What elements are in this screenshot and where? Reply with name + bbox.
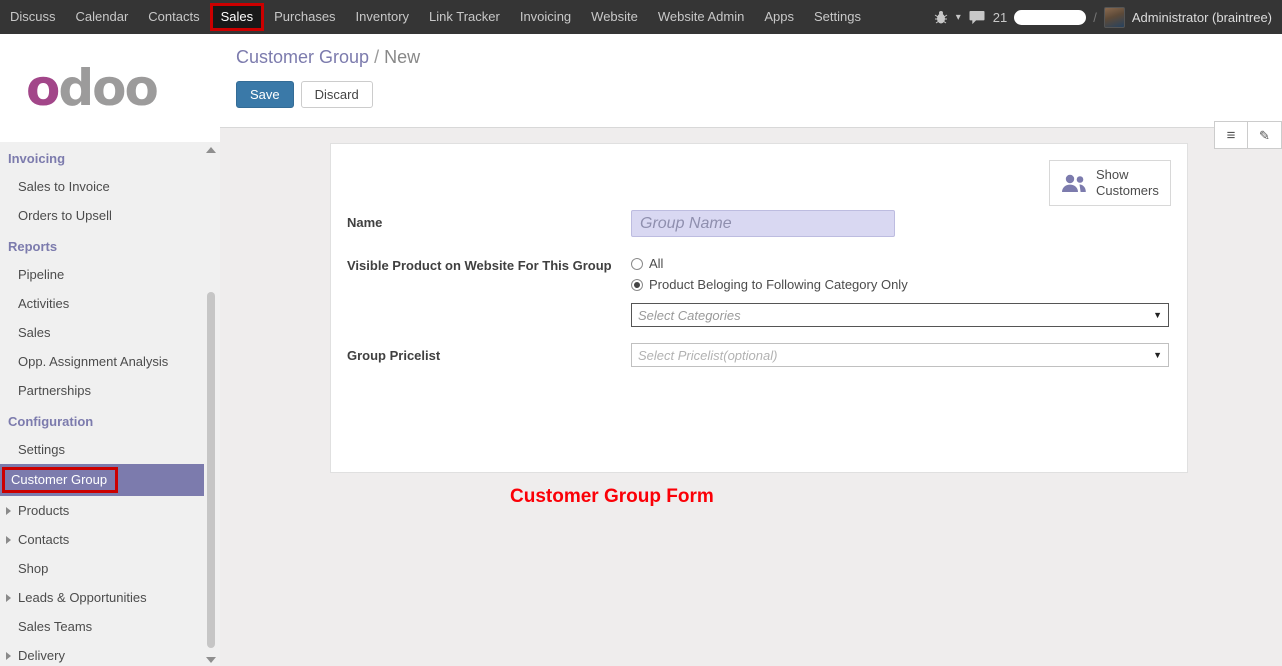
sidebar-item-partnerships[interactable]: Partnerships (0, 376, 220, 405)
visible-product-row: Visible Product on Website For This Grou… (347, 253, 1167, 327)
nav-item-link-tracker[interactable]: Link Tracker (419, 0, 510, 34)
sidebar-item-contacts[interactable]: Contacts (0, 525, 220, 554)
scrollbar-down-arrow[interactable] (206, 657, 216, 663)
breadcrumb-separator: / (374, 47, 379, 67)
customer-group-annotation-box: Customer Group (2, 467, 118, 493)
sidebar-item-delivery[interactable]: Delivery (0, 641, 220, 666)
content-area: Show Customers Name Visible Product on W… (220, 128, 1282, 666)
nav-item-invoicing[interactable]: Invoicing (510, 0, 581, 34)
topbar-right-tools: ▾ 21 / Administrator (braintree) (933, 7, 1282, 28)
nav-item-calendar[interactable]: Calendar (66, 0, 139, 34)
customers-icon (1060, 173, 1087, 194)
sidebar-section-reports: Reports (0, 230, 220, 260)
action-buttons: Save Discard (236, 81, 1282, 108)
name-label: Name (347, 210, 631, 237)
nav-item-website[interactable]: Website (581, 0, 648, 34)
breadcrumb: Customer Group/New (236, 34, 1282, 68)
group-name-input[interactable] (631, 210, 895, 237)
nav-item-settings[interactable]: Settings (804, 0, 871, 34)
sidebar-item-leads-opportunities[interactable]: Leads & Opportunities (0, 583, 220, 612)
breadcrumb-customer-group[interactable]: Customer Group (236, 47, 369, 67)
messages-count[interactable]: 21 (993, 10, 1007, 25)
odoo-logo: odoo (26, 59, 157, 117)
list-icon: ≡ (1227, 128, 1236, 143)
annotation-caption: Customer Group Form (510, 486, 714, 508)
sidebar-item-shop[interactable]: Shop (0, 554, 220, 583)
status-pill[interactable] (1014, 10, 1086, 25)
chevron-down-icon[interactable]: ▾ (956, 12, 961, 23)
top-navbar: Discuss Calendar Contacts Sales Purchase… (0, 0, 1282, 34)
nav-item-sales[interactable]: Sales (210, 3, 265, 31)
expand-arrow-icon (6, 594, 11, 602)
radio-all[interactable]: All (631, 253, 1169, 274)
nav-item-contacts[interactable]: Contacts (138, 0, 209, 34)
sidebar-item-opp-assignment-analysis[interactable]: Opp. Assignment Analysis (0, 347, 220, 376)
nav-item-purchases[interactable]: Purchases (264, 0, 345, 34)
bug-icon[interactable] (933, 10, 949, 24)
messages-icon[interactable] (968, 10, 986, 25)
save-button[interactable]: Save (236, 81, 294, 108)
sidebar-item-products[interactable]: Products (0, 496, 220, 525)
dropdown-caret-icon: ▼ (1153, 350, 1162, 360)
sidebar-item-customer-group[interactable]: Customer Group (0, 464, 204, 496)
expand-arrow-icon (6, 507, 11, 515)
visible-product-label: Visible Product on Website For This Grou… (347, 253, 631, 327)
show-customers-button[interactable]: Show Customers (1049, 160, 1171, 206)
sidebar-item-sales[interactable]: Sales (0, 318, 220, 347)
sidebar-section-invoicing: Invoicing (0, 142, 220, 172)
sidebar-item-sales-to-invoice[interactable]: Sales to Invoice (0, 172, 220, 201)
sidebar-scrollbar[interactable] (206, 144, 216, 666)
main-panel: Customer Group/New Save Discard ≡ ✎ (220, 34, 1282, 666)
pricelist-select[interactable]: Select Pricelist(optional) ▼ (631, 343, 1169, 367)
customer-group-form: Show Customers Name Visible Product on W… (330, 143, 1188, 473)
dropdown-caret-icon: ▼ (1153, 310, 1162, 320)
sidebar-item-sales-teams[interactable]: Sales Teams (0, 612, 220, 641)
edit-form-icon: ✎ (1259, 129, 1270, 142)
app-window: Discuss Calendar Contacts Sales Purchase… (0, 0, 1282, 666)
view-switcher: ≡ ✎ (1214, 121, 1282, 149)
scrollbar-thumb[interactable] (207, 292, 215, 648)
expand-arrow-icon (6, 652, 11, 660)
list-view-button[interactable]: ≡ (1214, 121, 1248, 149)
sidebar-item-pipeline[interactable]: Pipeline (0, 260, 220, 289)
sidebar-item-activities[interactable]: Activities (0, 289, 220, 318)
sidebar-item-orders-to-upsell[interactable]: Orders to Upsell (0, 201, 220, 230)
discard-button[interactable]: Discard (301, 81, 373, 108)
group-pricelist-label: Group Pricelist (347, 343, 631, 367)
sidebar-item-settings[interactable]: Settings (0, 435, 220, 464)
show-customers-label: Show Customers (1096, 167, 1160, 199)
radio-category-only[interactable]: Product Beloging to Following Category O… (631, 274, 1169, 295)
sidebar: odoo Invoicing Sales to Invoice Orders t… (0, 34, 220, 666)
nav-item-discuss[interactable]: Discuss (0, 0, 66, 34)
form-view-button[interactable]: ✎ (1248, 121, 1282, 149)
nav-item-website-admin[interactable]: Website Admin (648, 0, 754, 34)
user-avatar[interactable] (1104, 7, 1125, 28)
breadcrumb-new: New (384, 47, 420, 67)
scrollbar-up-arrow[interactable] (206, 147, 216, 153)
sidebar-section-configuration: Configuration (0, 405, 220, 435)
user-menu[interactable]: Administrator (braintree) (1132, 10, 1272, 25)
expand-arrow-icon (6, 536, 11, 544)
categories-select[interactable]: Select Categories ▼ (631, 303, 1169, 327)
radio-category-icon[interactable] (631, 279, 643, 291)
nav-item-inventory[interactable]: Inventory (346, 0, 419, 34)
control-panel: Customer Group/New Save Discard ≡ ✎ (220, 34, 1282, 128)
logo-area: odoo (0, 34, 220, 142)
name-field-row: Name (347, 210, 1167, 237)
pricelist-row: Group Pricelist Select Pricelist(optiona… (347, 343, 1167, 367)
nav-item-apps[interactable]: Apps (754, 0, 804, 34)
radio-all-icon[interactable] (631, 258, 643, 270)
